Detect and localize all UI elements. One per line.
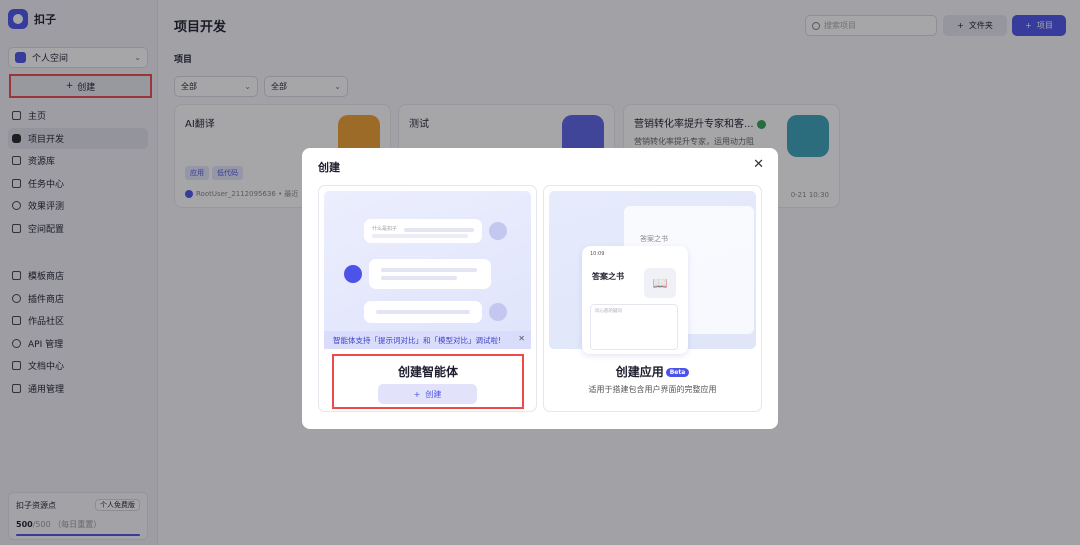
- window-title: 答案之书: [640, 235, 668, 243]
- create-dialog: 创建 ✕ 什么是扣子 智能体支持「提示词对比」和「模型对比」调试啦! ✕ 创建智…: [302, 148, 778, 429]
- phone-time: 10:09: [590, 251, 605, 257]
- create-app-card[interactable]: 答案之书 10:09 答案之书 📖 问心底的疑问 创建应用 Beta 适用于搭建包…: [543, 185, 762, 412]
- create-agent-card[interactable]: 什么是扣子 智能体支持「提示词对比」和「模型对比」调试啦! ✕ 创建智能体 +: [318, 185, 537, 412]
- phone-input: 问心底的疑问: [590, 304, 678, 350]
- user-avatar-icon: [489, 222, 507, 240]
- feature-notice: 智能体支持「提示词对比」和「模型对比」调试啦! ✕: [324, 331, 531, 349]
- create-agent-label: 创建: [425, 389, 442, 399]
- chat-bubble: [369, 259, 491, 289]
- bot-avatar-icon: [344, 265, 362, 283]
- notice-text: 智能体支持「提示词对比」和「模型对比」调试啦!: [333, 335, 502, 345]
- phone-mockup: 10:09 答案之书 📖 问心底的疑问: [582, 246, 688, 354]
- plus-icon: +: [413, 389, 421, 399]
- app-title-row: 创建应用 Beta: [544, 363, 761, 380]
- app-title: 创建应用: [615, 365, 664, 379]
- dialog-title: 创建: [318, 161, 340, 174]
- agent-highlight-box: 创建智能体 + 创建: [332, 354, 524, 409]
- app-subtitle: 适用于搭建包含用户界面的完整应用: [588, 385, 717, 394]
- phone-title: 答案之书: [592, 272, 624, 281]
- close-icon[interactable]: ✕: [518, 334, 525, 343]
- book-icon: 📖: [644, 268, 676, 298]
- agent-preview-illustration: 什么是扣子: [324, 191, 531, 349]
- chat-bubble: [364, 301, 482, 323]
- create-agent-button[interactable]: + 创建: [378, 384, 477, 404]
- close-icon[interactable]: ✕: [753, 157, 764, 172]
- bubble-hint: 什么是扣子: [372, 226, 398, 232]
- beta-badge: Beta: [665, 368, 690, 377]
- agent-title: 创建智能体: [397, 365, 458, 379]
- chat-bubble: 什么是扣子: [364, 219, 482, 243]
- user-avatar-icon: [489, 303, 507, 321]
- phone-input-placeholder: 问心底的疑问: [595, 309, 622, 314]
- app-preview-illustration: 答案之书 10:09 答案之书 📖 问心底的疑问: [549, 191, 756, 354]
